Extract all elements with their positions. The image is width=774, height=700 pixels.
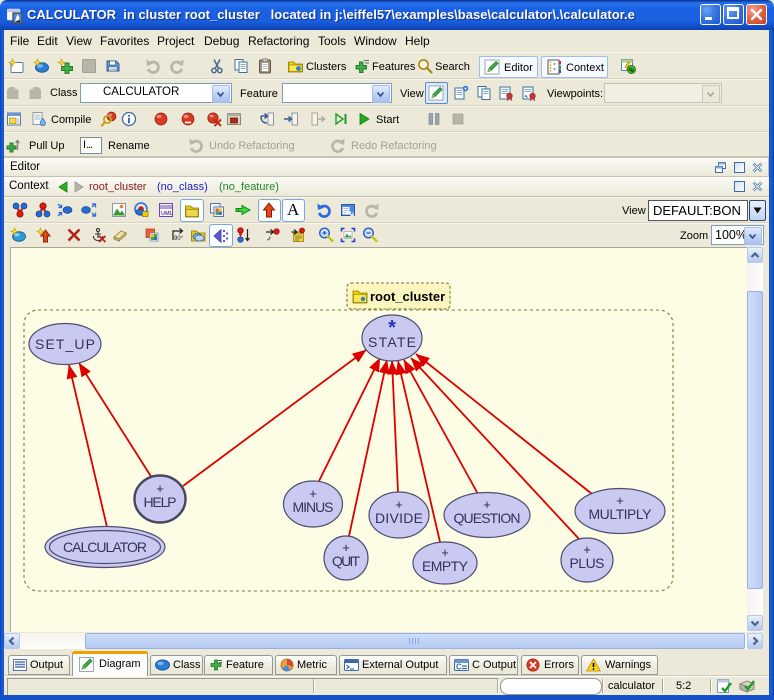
svg-text:90°: 90° — [174, 236, 184, 242]
svg-text:C: C — [456, 663, 462, 672]
svg-text:HELP: HELP — [144, 494, 177, 510]
svg-text:DIVIDE: DIVIDE — [375, 510, 423, 526]
svg-text:UML: UML — [161, 211, 174, 217]
svg-text:PLUS: PLUS — [570, 555, 605, 571]
svg-text:QUESTION: QUESTION — [454, 510, 521, 526]
svg-text:EMPTY: EMPTY — [422, 558, 469, 574]
svg-text:MINUS: MINUS — [293, 499, 334, 515]
svg-text:MULTIPLY: MULTIPLY — [589, 506, 653, 522]
svg-text:SET_UP: SET_UP — [35, 336, 95, 352]
svg-text:QUIT: QUIT — [332, 553, 360, 569]
svg-text:STATE: STATE — [368, 334, 416, 350]
svg-text:root_cluster: root_cluster — [370, 289, 445, 304]
svg-text:CALCULATOR: CALCULATOR — [63, 539, 147, 555]
